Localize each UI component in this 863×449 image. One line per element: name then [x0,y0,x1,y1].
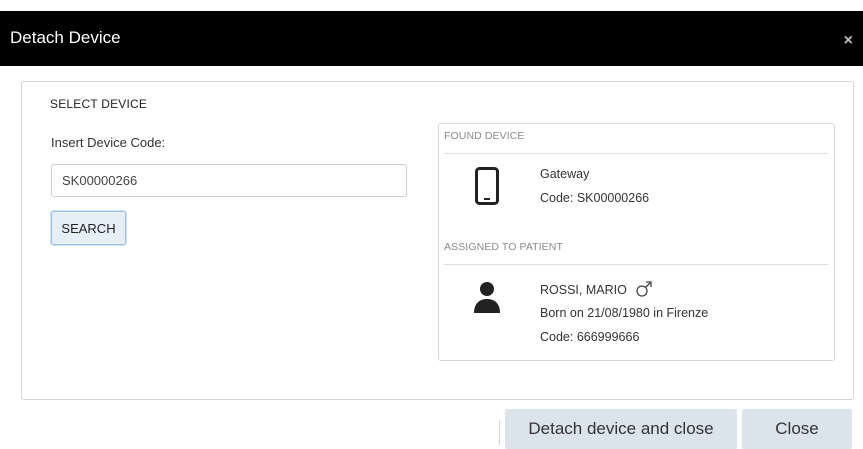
found-device-divider [444,153,828,154]
person-icon [474,282,500,313]
assigned-patient-heading: ASSIGNED TO PATIENT [444,241,563,253]
male-icon [636,281,652,297]
close-icon[interactable]: × [844,33,853,49]
dialog-titlebar: Detach Device × [0,11,863,66]
assigned-patient-divider [444,264,828,265]
device-code-label: Insert Device Code: [51,135,166,150]
detach-and-close-button[interactable]: Detach device and close [505,409,737,449]
dialog-title: Detach Device [10,28,121,47]
dialog-panel: SELECT DEVICE Insert Device Code: SEARCH… [21,81,854,400]
smartphone-icon [475,167,499,205]
patient-birth: Born on 21/08/1980 in Firenze [540,306,709,320]
close-button[interactable]: Close [742,409,852,449]
device-code-input[interactable] [51,164,407,197]
device-info-box: FOUND DEVICE Gateway Code: SK00000266 AS… [438,123,835,361]
patient-name: ROSSI, MARIO [540,283,627,297]
patient-code: Code: 666999666 [540,330,640,344]
device-code: Code: SK00000266 [540,191,650,205]
device-type: Gateway [540,167,590,181]
footer-divider [499,420,500,445]
search-button[interactable]: SEARCH [51,211,126,245]
select-device-title: SELECT DEVICE [50,97,148,111]
found-device-heading: FOUND DEVICE [444,130,525,142]
patient-name-row: ROSSI, MARIO [540,280,653,298]
